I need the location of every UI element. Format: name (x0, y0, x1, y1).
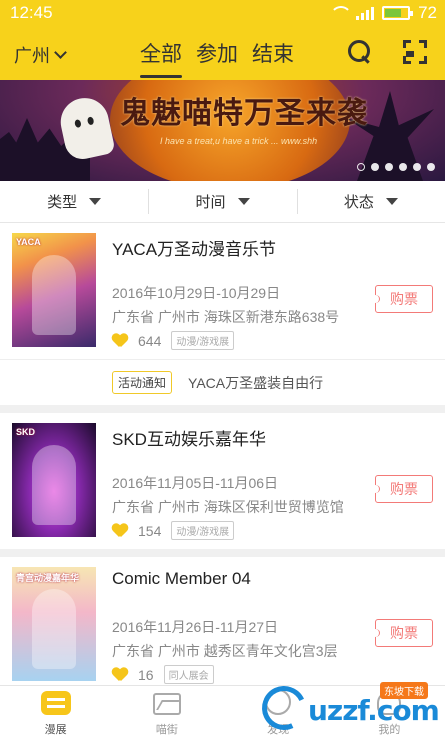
city-selector[interactable]: 广州 (14, 42, 67, 68)
category-tag: 同人展会 (163, 665, 214, 684)
tab-joined[interactable]: 参加 (196, 38, 238, 76)
scan-icon[interactable] (403, 40, 427, 64)
event-address: 广东省 广州市 海珠区保利世贸博览馆 (112, 499, 344, 515)
event-title[interactable]: YACA万圣动漫音乐节 (112, 235, 276, 260)
poster-label: YACA (16, 237, 41, 247)
event-date: 2016年11月26日-11月27日 (112, 619, 279, 635)
dropdown-triangle-icon (89, 198, 102, 205)
status-bar: 12:45 72 (0, 0, 445, 26)
carousel-indicator (357, 163, 435, 171)
event-title[interactable]: SKD互动娱乐嘉年华 (112, 425, 266, 450)
event-card[interactable]: 青宫动漫嘉年华 Comic Member 04 2016年11月26日-11月2… (0, 557, 445, 685)
tab-ended[interactable]: 结束 (252, 38, 294, 76)
like-count: 644 (138, 332, 162, 349)
event-card[interactable]: SKD SKD互动娱乐嘉年华 2016年11月05日-11月06日 广东省 广州… (0, 413, 445, 557)
nav-comic-expo[interactable]: 漫展 (0, 686, 111, 743)
search-icon[interactable] (348, 40, 372, 64)
system-icons: 72 (330, 3, 437, 23)
notice-tag: 活动通知 (112, 371, 173, 394)
event-date: 2016年10月29日-10月29日 (112, 285, 281, 301)
event-meta: 154 动漫/游戏展 (112, 521, 235, 540)
event-list: YACA YACA万圣动漫音乐节 2016年10月29日-10月29日 广东省 … (0, 223, 445, 685)
top-header: 广州 全部 参加 结束 (0, 26, 445, 80)
event-poster[interactable]: 青宫动漫嘉年华 (12, 567, 96, 681)
comic-expo-icon (40, 691, 71, 715)
filter-status[interactable]: 状态 (296, 181, 445, 222)
carousel-dot[interactable] (385, 163, 393, 171)
heart-icon[interactable] (112, 668, 128, 682)
street-icon (152, 693, 181, 715)
event-poster[interactable]: YACA (12, 233, 96, 347)
event-date: 2016年11月05日-11月06日 (112, 475, 279, 491)
filter-time-label: 时间 (195, 194, 226, 211)
city-label: 广州 (14, 46, 50, 66)
filter-type-label: 类型 (47, 194, 78, 211)
buy-ticket-button[interactable]: 购票 (371, 475, 433, 503)
nav-label: 喵街 (155, 724, 178, 736)
carousel-dot[interactable] (413, 163, 421, 171)
category-tag: 动漫/游戏展 (171, 521, 235, 540)
dropdown-triangle-icon (237, 198, 250, 205)
event-meta: 644 动漫/游戏展 (112, 331, 235, 350)
filter-time[interactable]: 时间 (148, 181, 296, 222)
carousel-dot[interactable] (371, 163, 379, 171)
wifi-icon (330, 6, 353, 20)
banner-title: 鬼魅喵特万圣来袭 (120, 96, 368, 131)
event-address: 广东省 广州市 海珠区新港东路638号 (112, 309, 340, 325)
event-address: 广东省 广州市 越秀区青年文化宫3层 (112, 643, 338, 659)
carousel-dot[interactable] (399, 163, 407, 171)
event-notice[interactable]: 活动通知 YACA万圣盛装自由行 (0, 359, 445, 405)
watermark: uzzf.com 东坡下载 (255, 679, 442, 740)
chevron-down-icon (54, 46, 67, 59)
top-tabs: 全部 参加 结束 (140, 38, 294, 78)
buy-ticket-button[interactable]: 购票 (371, 619, 433, 647)
status-time: 12:45 (10, 3, 53, 22)
poster-label: 青宫动漫嘉年华 (16, 573, 80, 583)
event-meta: 16 同人展会 (112, 665, 214, 684)
battery-percent: 72 (418, 3, 437, 22)
signal-icon (356, 6, 375, 20)
notice-text: YACA万圣盛装自由行 (188, 374, 324, 391)
watermark-badge: 东坡下载 (380, 682, 428, 699)
event-title[interactable]: Comic Member 04 (112, 569, 251, 589)
filter-bar: 类型 时间 状态 (0, 181, 445, 223)
dropdown-triangle-icon (385, 198, 398, 205)
promo-banner[interactable]: 鬼魅喵特万圣来袭 I have a treat,u have a trick .… (0, 80, 445, 181)
heart-icon[interactable] (112, 334, 128, 348)
carousel-dot[interactable] (357, 163, 365, 171)
event-card[interactable]: YACA YACA万圣动漫音乐节 2016年10月29日-10月29日 广东省 … (0, 223, 445, 413)
filter-status-label: 状态 (343, 194, 374, 211)
nav-street[interactable]: 喵街 (111, 686, 222, 743)
like-count: 154 (138, 522, 162, 539)
like-count: 16 (138, 666, 154, 683)
filter-type[interactable]: 类型 (0, 181, 148, 222)
banner-subtitle: I have a treat,u have a trick ... www.sh… (160, 136, 318, 146)
carousel-dot[interactable] (427, 163, 435, 171)
watermark-logo-icon (255, 679, 313, 737)
poster-label: SKD (16, 427, 36, 437)
battery-icon (382, 6, 414, 20)
event-poster[interactable]: SKD (12, 423, 96, 537)
tab-all[interactable]: 全部 (140, 38, 182, 78)
category-tag: 动漫/游戏展 (171, 331, 235, 350)
nav-label: 漫展 (44, 724, 67, 736)
buy-ticket-button[interactable]: 购票 (371, 285, 433, 313)
heart-icon[interactable] (112, 524, 128, 538)
